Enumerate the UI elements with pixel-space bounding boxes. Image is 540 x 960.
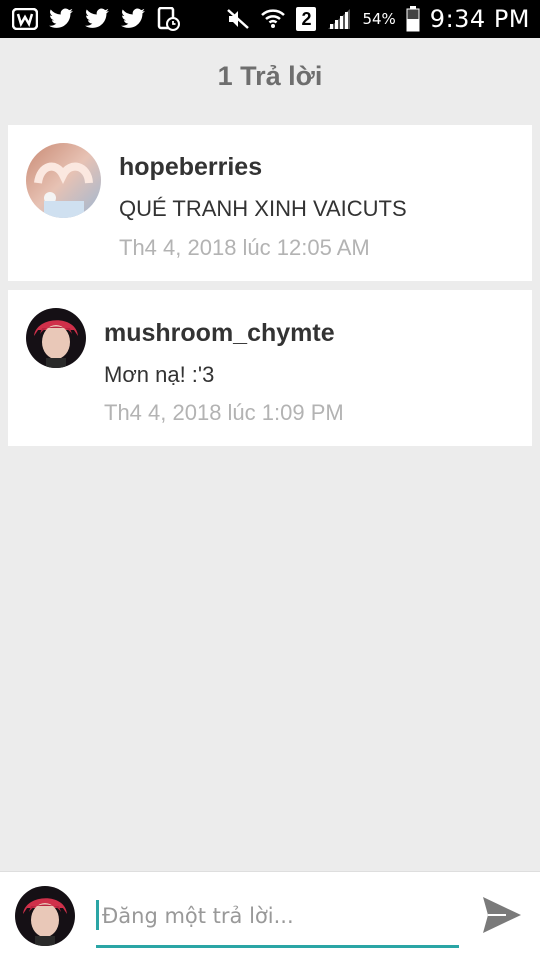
comment-date: Th4 4, 2018 lúc 12:05 AM (119, 235, 370, 260)
header: 1 Trả lời (0, 38, 540, 114)
comment-username[interactable]: hopeberries (119, 153, 262, 182)
mute-icon (226, 8, 250, 30)
reply-composer: Đăng một trả lời... (0, 871, 540, 960)
clock-app-icon (156, 7, 180, 31)
reply-input[interactable]: Đăng một trả lời... (96, 896, 459, 948)
twitter-icon (48, 8, 74, 30)
signal-icon (326, 7, 352, 31)
send-button[interactable] (480, 893, 524, 937)
comment-message: QUÉ TRANH XINH VAICUTS (119, 196, 407, 221)
send-icon (483, 897, 521, 933)
comment-message: Mơn nạ! :'3 (104, 362, 215, 387)
comment-card: mushroom_chymte Mơn nạ! :'3 Th4 4, 2018 … (8, 290, 532, 446)
battery-percent: 54% (362, 10, 396, 28)
status-bar: 2 54% 9:34 PM (0, 0, 540, 38)
comment-username[interactable]: mushroom_chymte (104, 319, 335, 348)
text-cursor (96, 900, 99, 930)
comment-date: Th4 4, 2018 lúc 1:09 PM (104, 400, 344, 425)
avatar[interactable] (26, 308, 86, 368)
status-time: 9:34 PM (429, 5, 530, 33)
wifi-icon (260, 7, 286, 31)
avatar[interactable] (26, 143, 101, 218)
twitter-icon (84, 8, 110, 30)
sim-2-icon: 2 (296, 7, 317, 31)
page-title: 1 Trả lời (217, 60, 323, 91)
reply-placeholder: Đăng một trả lời... (102, 904, 294, 928)
battery-icon (406, 6, 420, 32)
comment-card: hopeberries QUÉ TRANH XINH VAICUTS Th4 4… (8, 125, 532, 281)
twitter-icon (120, 8, 146, 30)
wattpad-icon (12, 8, 38, 30)
avatar (15, 886, 75, 946)
